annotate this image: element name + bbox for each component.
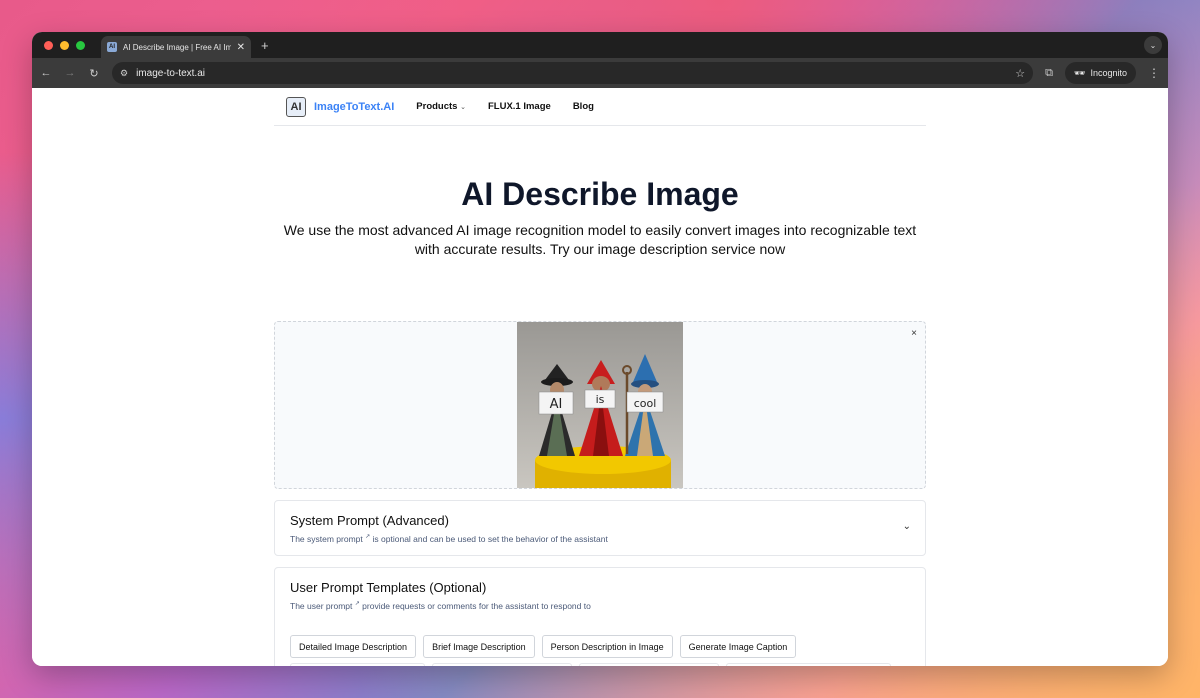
close-window-button[interactable] [44, 40, 53, 50]
chevron-down-icon[interactable]: ⌄ [903, 521, 911, 532]
browser-menu-icon[interactable]: ⋮ [1148, 66, 1160, 80]
template-generate-caption-button[interactable]: Generate Image Caption [679, 635, 797, 658]
browser-toolbar: ← → ↻ ⚙ image-to-text.ai ☆ ⧉ 🕶 Incognito… [32, 58, 1168, 88]
user-prompt-title: User Prompt Templates (Optional) [290, 580, 487, 595]
user-prompt-description: The user prompt ↗ provide requests or co… [290, 600, 591, 611]
user-prompt-desc-after: provide requests or comments for the ass… [362, 600, 591, 611]
nav-flux-image[interactable]: FLUX.1 Image [488, 101, 551, 112]
incognito-label: Incognito [1090, 68, 1127, 78]
site-logo[interactable]: AI ImageToText.AI [286, 96, 395, 117]
page-viewport: AI ImageToText.AI Products ⌄ FLUX.1 Imag… [32, 88, 1168, 666]
nav-blog[interactable]: Blog [573, 101, 594, 112]
template-button-partial[interactable] [290, 663, 425, 666]
nav-products[interactable]: Products ⌄ [416, 101, 466, 112]
extensions-icon[interactable]: ⧉ [1045, 67, 1053, 80]
template-detailed-description-button[interactable]: Detailed Image Description [290, 635, 417, 658]
browser-window: AI AI Describe Image | Free AI Im ✕ + ⌄ … [32, 32, 1168, 666]
logo-text: ImageToText.AI [314, 100, 395, 113]
window-controls [44, 40, 85, 50]
system-prompt-desc-before: The system prompt [290, 533, 363, 544]
favicon-icon: AI [107, 42, 117, 52]
user-prompt-desc-before: The user prompt [290, 600, 353, 611]
remove-image-icon[interactable]: × [911, 328, 917, 339]
incognito-badge[interactable]: 🕶 Incognito [1065, 62, 1136, 84]
sign-cool: cool [634, 397, 657, 410]
template-button-partial[interactable] [579, 663, 719, 666]
maximize-window-button[interactable] [76, 40, 85, 50]
template-brief-description-button[interactable]: Brief Image Description [423, 635, 535, 658]
forward-icon[interactable]: → [64, 67, 76, 79]
page-subtitle: We use the most advanced AI image recogn… [283, 222, 917, 257]
prompt-template-list-row-2 [290, 663, 891, 666]
uploaded-image-preview: AI is cool [517, 322, 683, 488]
image-upload-dropzone[interactable]: AI is cool × [274, 321, 926, 489]
system-prompt-desc-after: is optional and can be used to set the b… [372, 533, 608, 544]
minimize-window-button[interactable] [60, 40, 69, 50]
url-text[interactable]: image-to-text.ai [136, 68, 1007, 79]
bookmark-star-icon[interactable]: ☆ [1015, 67, 1025, 80]
tab-bar: AI AI Describe Image | Free AI Im ✕ + ⌄ [32, 32, 1168, 58]
site-settings-icon[interactable]: ⚙ [120, 68, 128, 79]
template-button-partial[interactable] [726, 663, 891, 666]
back-icon[interactable]: ← [40, 67, 52, 79]
tab-title: AI Describe Image | Free AI Im [123, 42, 231, 52]
external-link-icon[interactable]: ↗ [365, 534, 370, 540]
user-prompt-panel: User Prompt Templates (Optional) The use… [274, 567, 926, 666]
sign-is: is [596, 393, 605, 406]
system-prompt-panel[interactable]: System Prompt (Advanced) The system prom… [274, 500, 926, 556]
external-link-icon[interactable]: ↗ [355, 601, 360, 607]
template-person-description-button[interactable]: Person Description in Image [541, 635, 673, 658]
system-prompt-title: System Prompt (Advanced) [290, 513, 449, 528]
tab-search-icon[interactable]: ⌄ [1144, 36, 1162, 54]
logo-icon: AI [286, 96, 306, 117]
close-tab-icon[interactable]: ✕ [237, 42, 245, 53]
incognito-icon: 🕶 [1074, 67, 1086, 78]
reload-icon[interactable]: ↻ [88, 67, 100, 80]
address-bar[interactable]: ⚙ image-to-text.ai ☆ [112, 62, 1034, 84]
prompt-template-list: Detailed Image Description Brief Image D… [290, 635, 797, 658]
nav-products-label: Products [416, 101, 458, 112]
system-prompt-description: The system prompt ↗ is optional and can … [290, 533, 608, 544]
browser-tab[interactable]: AI AI Describe Image | Free AI Im ✕ [101, 36, 251, 58]
sign-ai: AI [550, 397, 563, 412]
template-button-partial[interactable] [432, 663, 572, 666]
chevron-down-icon: ⌄ [460, 104, 466, 111]
new-tab-icon[interactable]: + [261, 38, 269, 53]
site-header: AI ImageToText.AI Products ⌄ FLUX.1 Imag… [274, 88, 926, 126]
page-title: AI Describe Image [461, 176, 739, 212]
